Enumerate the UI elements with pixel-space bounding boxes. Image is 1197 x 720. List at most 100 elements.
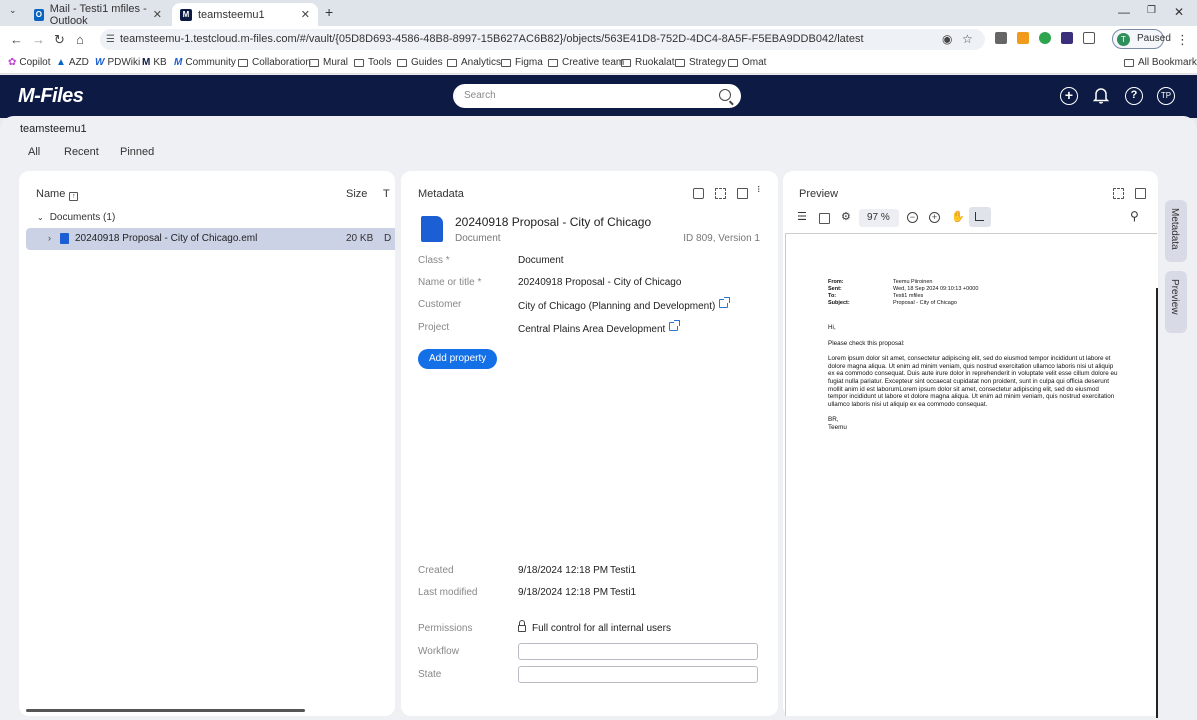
list-item[interactable]: › 20240918 Proposal - City of Chicago.em… xyxy=(26,228,395,250)
column-header-type[interactable]: T xyxy=(383,188,390,200)
profile-button[interactable]: T Paused xyxy=(1112,29,1171,49)
tab-label: Mail - Testi1 mfiles - Outlook xyxy=(49,2,147,27)
more-options-icon[interactable]: ... xyxy=(755,185,769,192)
star-icon[interactable]: ☆ xyxy=(962,29,973,50)
menu-icon[interactable]: ☰ xyxy=(797,210,807,223)
minimize-icon[interactable]: — xyxy=(1118,5,1130,19)
url-field[interactable]: ☰ teamsteemu-1.testcloud.m-files.com/#/v… xyxy=(100,29,985,50)
search-input[interactable]: Search xyxy=(453,84,741,108)
vertical-scrollbar[interactable] xyxy=(1156,288,1158,718)
property-value-class[interactable]: Document xyxy=(518,255,564,266)
puzzle-extensions-icon[interactable] xyxy=(1083,32,1095,44)
workflow-label: Workflow xyxy=(418,646,459,657)
zoom-in-icon[interactable]: + xyxy=(929,212,940,223)
help-icon[interactable]: ? xyxy=(1125,87,1143,105)
user-avatar[interactable]: TP xyxy=(1157,87,1175,105)
property-value-project[interactable]: Central Plains Area Development xyxy=(518,320,681,335)
bookmark-collaboration[interactable]: Collaboration xyxy=(238,57,311,68)
bookmark-kb[interactable]: M KB xyxy=(142,57,167,68)
tab-recent[interactable]: Recent xyxy=(64,146,99,158)
search-icon[interactable] xyxy=(719,89,731,101)
bookmark-analytics[interactable]: Analytics xyxy=(447,57,501,68)
chevron-right-icon[interactable]: › xyxy=(48,233,51,243)
property-value-customer[interactable]: City of Chicago (Planning and Developmen… xyxy=(518,297,731,312)
rss-extension-icon[interactable] xyxy=(1017,32,1029,44)
restore-icon[interactable]: ❐ xyxy=(1147,5,1156,16)
horizontal-scrollbar[interactable] xyxy=(26,709,305,712)
new-tab-button[interactable]: + xyxy=(325,4,333,20)
folder-icon xyxy=(501,58,511,67)
zoom-select[interactable]: 97 % ⌄ xyxy=(859,209,899,241)
property-label-project: Project xyxy=(418,322,450,333)
browser-menu-icon[interactable]: ⋮ xyxy=(1176,32,1189,48)
maximize-icon[interactable] xyxy=(1113,188,1124,199)
avatar: T xyxy=(1117,33,1130,46)
forward-arrow-icon[interactable]: → xyxy=(32,32,45,47)
bookmark-pdwiki[interactable]: W PDWiki xyxy=(95,57,140,68)
zoom-out-icon[interactable]: − xyxy=(907,212,918,223)
side-tab-metadata[interactable]: Metadata xyxy=(1165,200,1187,262)
bookmark-creative-team[interactable]: Creative team xyxy=(548,57,624,68)
group-header[interactable]: ⌄ Documents (1) xyxy=(37,212,115,223)
extension-icon[interactable] xyxy=(995,32,1007,44)
site-info-icon[interactable]: ☰ xyxy=(106,29,115,50)
eye-icon[interactable]: ◉ xyxy=(942,29,952,50)
external-link-icon[interactable] xyxy=(669,320,681,331)
sort-ascending-icon[interactable]: ↑ xyxy=(69,192,79,201)
browser-tab-outlook[interactable]: O Mail - Testi1 mfiles - Outlook ✕ xyxy=(26,2,170,27)
all-bookmarks[interactable]: All Bookmarks xyxy=(1124,57,1197,68)
side-tab-preview[interactable]: Preview xyxy=(1165,271,1187,333)
bookmark-tools[interactable]: Tools xyxy=(354,57,391,68)
tab-all[interactable]: All xyxy=(28,146,40,158)
bookmark-guides[interactable]: Guides xyxy=(397,57,443,68)
close-tab-icon[interactable]: ✕ xyxy=(301,8,310,21)
profile-status: Paused xyxy=(1137,33,1171,44)
column-header-name[interactable]: Name ↑ xyxy=(36,188,79,201)
bookmark-strategy[interactable]: Strategy xyxy=(675,57,726,68)
tab-pinned[interactable]: Pinned xyxy=(120,146,154,158)
search-icon[interactable]: ⚲ xyxy=(1130,209,1139,223)
browser-tab-mfiles[interactable]: M teamsteemu1 ✕ xyxy=(172,3,318,26)
bookmark-omat[interactable]: Omat xyxy=(728,57,766,68)
comments-icon[interactable] xyxy=(693,188,704,199)
workflow-field[interactable] xyxy=(518,643,758,660)
preview-title: Preview xyxy=(799,188,839,200)
document-icon xyxy=(60,233,69,244)
bookmark-figma[interactable]: Figma xyxy=(501,57,543,68)
reload-icon[interactable]: ↻ xyxy=(54,32,65,48)
chevron-down-icon[interactable]: ⌄ xyxy=(37,213,44,222)
column-header-size[interactable]: Size xyxy=(346,188,367,200)
state-field[interactable] xyxy=(518,666,758,683)
color-extension-icon[interactable] xyxy=(1039,32,1051,44)
bookmark-azd[interactable]: ▲ AZD xyxy=(56,57,89,68)
back-arrow-icon[interactable]: ← xyxy=(10,32,23,47)
sidebar-toggle-icon[interactable] xyxy=(819,213,830,224)
close-tab-icon[interactable]: ✕ xyxy=(153,8,162,21)
external-link-icon[interactable] xyxy=(719,297,731,308)
metadata-panel: Metadata ... 20240918 Proposal - City of… xyxy=(401,171,778,716)
pan-hand-icon[interactable]: ✋ xyxy=(951,210,965,223)
k-extension-icon[interactable] xyxy=(1061,32,1073,44)
add-icon[interactable]: + xyxy=(1060,87,1078,105)
add-property-button[interactable]: Add property xyxy=(418,349,498,369)
notifications-bell-icon[interactable] xyxy=(1093,87,1109,104)
mfiles-logo: M-Files xyxy=(18,85,84,107)
maximize-icon[interactable] xyxy=(715,188,726,199)
permissions-value[interactable]: Full control for all internal users xyxy=(518,620,671,634)
bookmark-copilot[interactable]: ✿ Copilot xyxy=(8,57,51,68)
bookmark-community[interactable]: M Community xyxy=(174,57,236,68)
email-body: Lorem ipsum dolor sit amet, consectetur … xyxy=(828,355,1118,408)
settings-gear-icon[interactable]: ⚙ xyxy=(841,210,851,223)
select-tool-button[interactable] xyxy=(969,207,991,227)
email-greeting: Hi, xyxy=(828,324,836,331)
preview-document: From: Teemu Piiroinen Sent: Wed, 18 Sep 20… xyxy=(785,233,1157,716)
bookmark-mural[interactable]: Mural xyxy=(309,57,348,68)
email-from-row: From: Teemu Piiroinen xyxy=(828,279,933,285)
home-icon[interactable]: ⌂ xyxy=(76,32,84,47)
layout-icon[interactable] xyxy=(737,188,748,199)
close-window-icon[interactable]: ✕ xyxy=(1174,5,1184,19)
layout-icon[interactable] xyxy=(1135,188,1146,199)
bookmark-ruokalat[interactable]: Ruokalat xyxy=(621,57,674,68)
property-value-name[interactable]: 20240918 Proposal - City of Chicago xyxy=(518,277,681,288)
tab-search-chevron-icon[interactable]: ⌄ xyxy=(9,5,17,16)
